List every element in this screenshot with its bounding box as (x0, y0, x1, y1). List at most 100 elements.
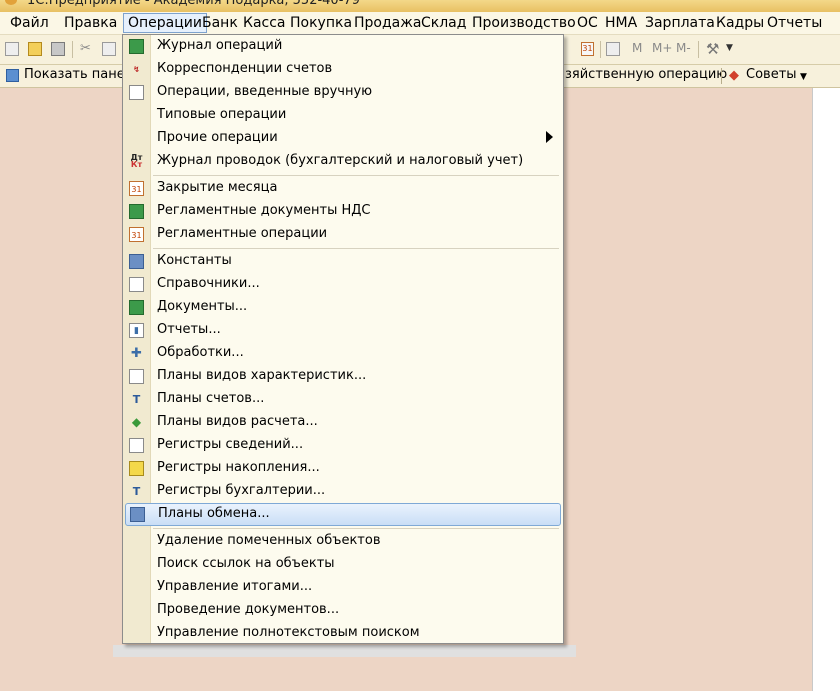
save-disk-icon[interactable] (51, 42, 65, 56)
menu-item-calculation-plans[interactable]: ◆ Планы видов расчета... (123, 411, 563, 434)
accumulation-registers-icon (129, 461, 144, 476)
menu-production[interactable]: Производство (472, 15, 576, 31)
settings-wrench-icon[interactable]: ⚒ (706, 40, 719, 58)
menu-sales[interactable]: Продажа (354, 15, 421, 31)
advice-tip-icon[interactable]: ◆ (729, 68, 739, 83)
menu-item-catalogs[interactable]: Справочники... (123, 273, 563, 296)
menu-bank[interactable]: Банк (202, 15, 238, 31)
constants-icon (129, 254, 144, 269)
open-folder-icon[interactable] (28, 42, 42, 56)
menu-item-label: Журнал проводок (бухгалтерский и налогов… (157, 153, 524, 168)
toolbar-separator (698, 41, 699, 58)
menu-item-postings-journal[interactable]: Дт Кт Журнал проводок (бухгалтерский и на… (123, 150, 563, 173)
menu-item-post-documents[interactable]: Проведение документов... (123, 599, 563, 622)
menu-item-account-correspondence[interactable]: ↯ Корреспонденции счетов (123, 58, 563, 81)
chevron-down-icon[interactable]: ▼ (726, 43, 733, 53)
menu-item-label: Проведение документов... (157, 602, 340, 617)
copy-icon[interactable] (102, 42, 116, 56)
menu-item-label: Операции, введенные вручную (157, 84, 373, 99)
menu-item-label: Удаление помеченных объектов (157, 533, 381, 548)
menu-item-label: Справочники... (157, 276, 260, 291)
menu-item-delete-marked[interactable]: Удаление помеченных объектов (123, 530, 563, 553)
menu-edit[interactable]: Правка (64, 15, 117, 31)
menu-item-vat-documents[interactable]: Регламентные документы НДС (123, 200, 563, 223)
menu-item-exchange-plans[interactable]: Планы обмена... (125, 503, 561, 526)
window-title: 1С:Предприятие - Академия Подарка, 552-4… (27, 0, 360, 8)
menu-item-month-close[interactable]: 31 Закрытие месяца (123, 177, 563, 200)
menu-item-fulltext-search[interactable]: Управление полнотекстовым поиском (123, 622, 563, 645)
app-logo-icon (5, 0, 17, 5)
manual-doc-icon (129, 85, 144, 100)
menu-operations[interactable]: Операции (123, 13, 207, 33)
submenu-arrow-icon (546, 131, 553, 143)
menu-item-label: Закрытие месяца (157, 180, 278, 195)
title-bar: 1С:Предприятие - Академия Подарка, 552-4… (0, 0, 840, 12)
characteristics-icon (129, 369, 144, 384)
calendar-icon: 31 (129, 227, 144, 242)
menu-item-accumulation-registers[interactable]: Регистры накопления... (123, 457, 563, 480)
calendar-icon: 31 (129, 181, 144, 196)
exchange-plans-icon (130, 507, 145, 522)
dt-kt-icon: Дт Кт (130, 153, 143, 169)
toolbar-calendar-icon[interactable]: 31 (581, 42, 594, 56)
memory-minus-button[interactable]: M- (676, 41, 691, 55)
accounting-registers-icon: Т (132, 485, 141, 498)
menu-cash[interactable]: Касса (243, 15, 286, 31)
menu-item-scheduled-operations[interactable]: 31 Регламентные операции (123, 223, 563, 246)
journal-green-icon (129, 204, 144, 219)
menu-item-accounting-registers[interactable]: Т Регистры бухгалтерии... (123, 480, 563, 503)
menu-item-documents[interactable]: Документы... (123, 296, 563, 319)
menu-item-label: Регистры накопления... (157, 460, 320, 475)
menu-reports[interactable]: Отчеты (767, 15, 822, 31)
menu-item-label: Планы обмена... (158, 506, 270, 521)
memory-button[interactable]: M (632, 41, 642, 55)
info-registers-icon (129, 438, 144, 453)
menu-item-label: Планы счетов... (157, 391, 265, 406)
correspondence-icon: ↯ (133, 65, 140, 74)
menu-intangibles[interactable]: НМА (605, 15, 637, 31)
menu-warehouse[interactable]: Склад (421, 15, 466, 31)
menu-item-processing[interactable]: ✚ Обработки... (123, 342, 563, 365)
menu-salary[interactable]: Зарплата (645, 15, 715, 31)
advice-button[interactable]: Советы (746, 67, 797, 82)
menu-item-label: Управление итогами... (157, 579, 313, 594)
memory-plus-button[interactable]: M+ (652, 41, 672, 55)
menu-item-characteristic-plans[interactable]: Планы видов характеристик... (123, 365, 563, 388)
menu-item-label: Константы (157, 253, 232, 268)
documents-icon (129, 300, 144, 315)
menu-item-totals-management[interactable]: Управление итогами... (123, 576, 563, 599)
journal-green-icon (129, 39, 144, 54)
accounts-chart-icon: Т (132, 393, 141, 406)
calculation-types-icon: ◆ (131, 415, 142, 429)
menu-item-label: Документы... (157, 299, 248, 314)
cut-scissors-icon[interactable]: ✂ (80, 42, 94, 56)
menu-item-manual-operations[interactable]: Операции, введенные вручную (123, 81, 563, 104)
toolbar-separator (600, 41, 601, 58)
menu-item-label: Планы видов характеристик... (157, 368, 367, 383)
menu-item-chart-of-accounts[interactable]: Т Планы счетов... (123, 388, 563, 411)
menu-item-label: Отчеты... (157, 322, 221, 337)
menu-item-label: Регламентные операции (157, 226, 328, 241)
business-operation-button[interactable]: зяйственную операцию (565, 67, 727, 82)
menu-hr[interactable]: Кадры (716, 15, 764, 31)
new-document-icon[interactable] (5, 42, 19, 56)
menu-separator (153, 248, 559, 249)
show-panel-button[interactable]: Показать панел (24, 67, 133, 82)
menu-item-info-registers[interactable]: Регистры сведений... (123, 434, 563, 457)
menu-item-typical-operations[interactable]: Типовые операции (123, 104, 563, 127)
menu-item-reports[interactable]: ▮ Отчеты... (123, 319, 563, 342)
reports-icon: ▮ (129, 323, 144, 338)
menu-file[interactable]: Файл (10, 15, 49, 31)
menu-purchase[interactable]: Покупка (290, 15, 352, 31)
menu-item-label: Типовые операции (157, 107, 287, 122)
menu-fixed-assets[interactable]: ОС (577, 15, 598, 31)
menu-item-other-operations[interactable]: Прочие операции (123, 127, 563, 150)
chevron-down-icon[interactable]: ▼ (800, 72, 807, 82)
menu-item-constants[interactable]: Константы (123, 250, 563, 273)
show-panel-icon[interactable] (6, 69, 19, 82)
menu-item-operations-journal[interactable]: Журнал операций (123, 35, 563, 58)
menu-item-find-references[interactable]: Поиск ссылок на объекты (123, 553, 563, 576)
calculator-icon[interactable] (606, 42, 620, 56)
menu-separator (153, 528, 559, 529)
menu-item-label: Планы видов расчета... (157, 414, 318, 429)
